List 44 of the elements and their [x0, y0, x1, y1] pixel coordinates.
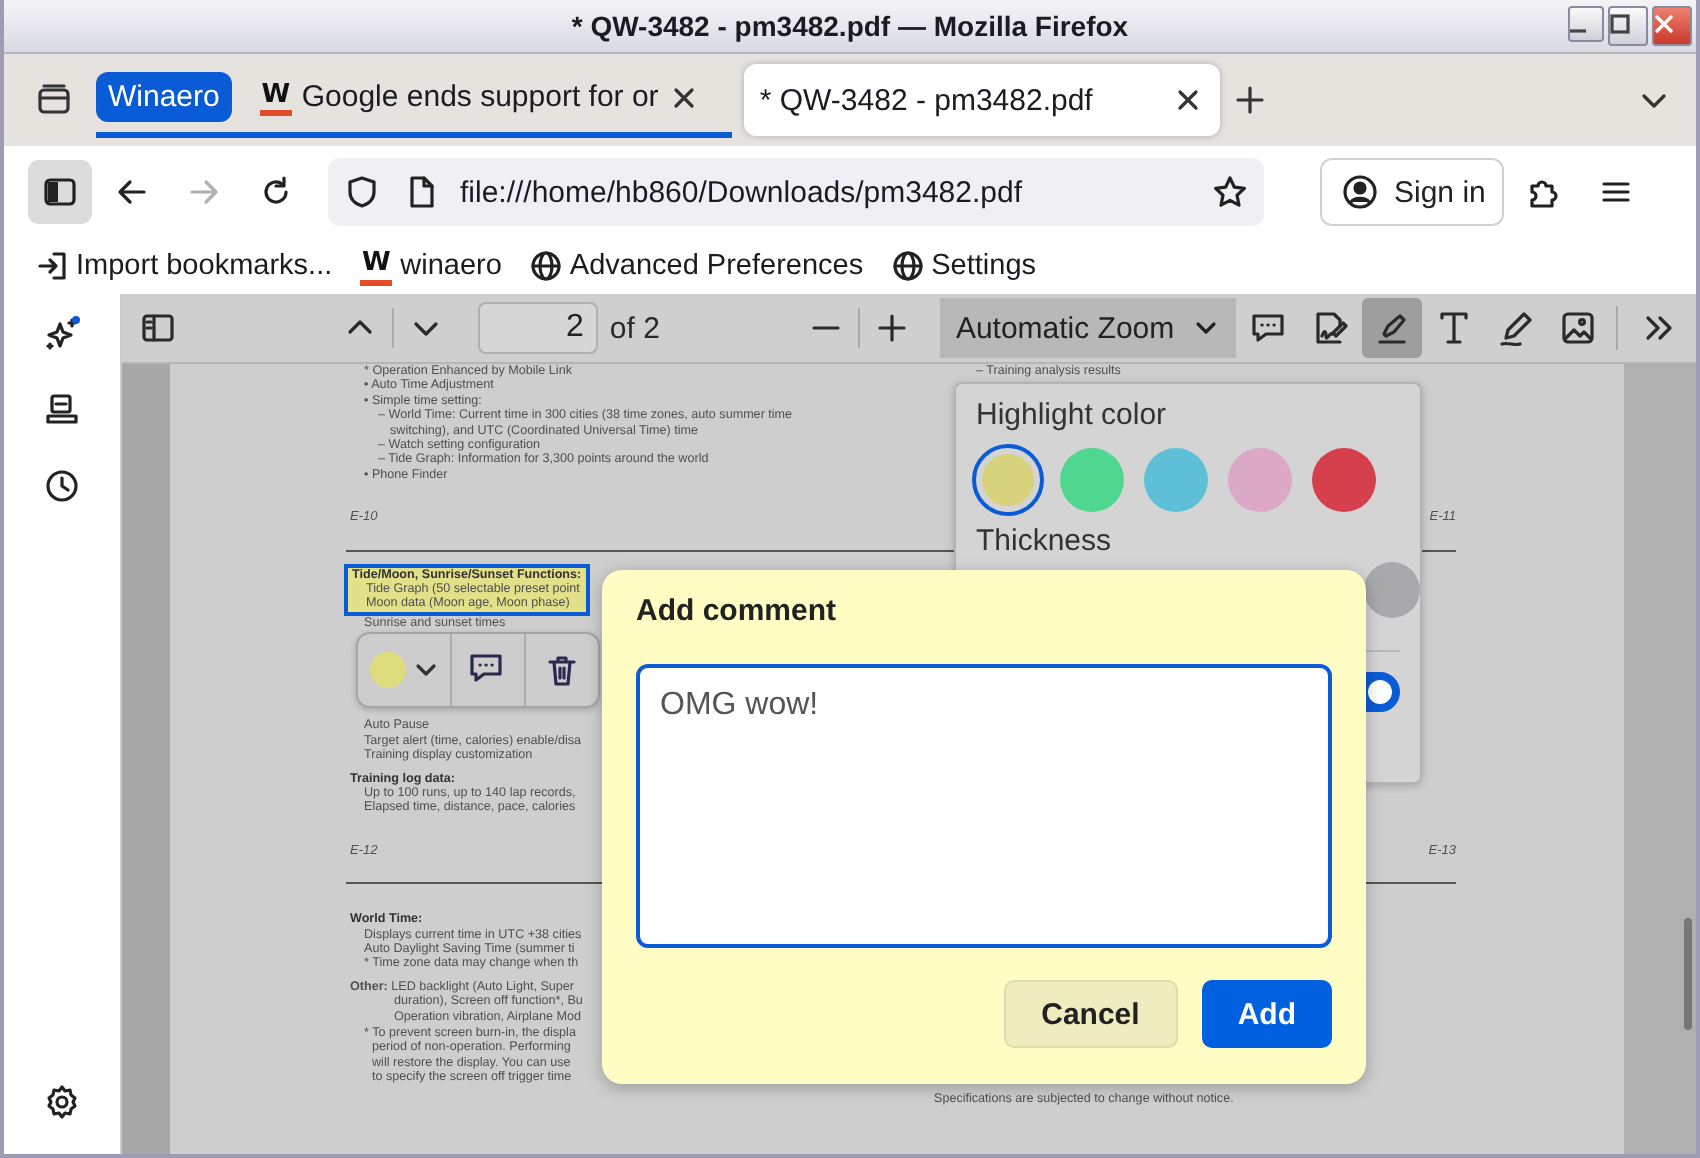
- maximize-button[interactable]: [1608, 6, 1648, 46]
- bookmark[interactable]: Settings: [891, 250, 1037, 282]
- tab[interactable]: * QW-3482 - pm3482.pdf: [743, 64, 1220, 136]
- close-button[interactable]: [1652, 6, 1692, 46]
- globe-icon: [529, 250, 562, 282]
- caret-icon: [414, 658, 438, 682]
- site-logo: W: [360, 247, 393, 285]
- slider-thumb[interactable]: [1364, 562, 1420, 618]
- popup-heading: Thickness: [976, 524, 1114, 558]
- import-icon: [36, 250, 68, 282]
- color-option[interactable]: [1312, 448, 1376, 512]
- tab-title: Google ends support for or: [301, 80, 659, 114]
- tab-title: * QW-3482 - pm3482.pdf: [759, 83, 1095, 117]
- tab-group-label[interactable]: Winaero: [96, 72, 232, 122]
- close-icon: [1654, 14, 1674, 34]
- minimize-icon: [1570, 28, 1586, 34]
- bookmark[interactable]: W winaero: [360, 247, 502, 285]
- page-number-field[interactable]: 2: [477, 302, 598, 354]
- url-text: file:///home/hb860/Downloads/pm3482.pdf: [460, 175, 1023, 209]
- scrollbar-thumb[interactable]: [1684, 918, 1692, 1030]
- cancel-button[interactable]: Cancel: [1003, 980, 1178, 1048]
- globe-icon: [891, 250, 924, 282]
- popup-heading: Highlight color: [976, 398, 1169, 432]
- color-option[interactable]: [1144, 448, 1208, 512]
- sign-in-button[interactable]: Sign in: [1320, 158, 1504, 226]
- page-count: of 2: [609, 311, 660, 345]
- window-title: * QW-3482 - pm3482.pdf — Mozilla Firefox: [571, 10, 1129, 42]
- maximize-icon: [1610, 14, 1630, 34]
- add-button[interactable]: Add: [1201, 980, 1332, 1048]
- tab[interactable]: W Google ends support for or: [243, 61, 732, 133]
- color-option[interactable]: [1060, 448, 1124, 512]
- sidebar-toggle-icon[interactable]: [28, 160, 92, 224]
- bookmark-label: winaero: [400, 250, 502, 282]
- color-option[interactable]: [1228, 448, 1292, 512]
- comment-field[interactable]: OMG wow!: [636, 664, 1332, 948]
- minimize-button[interactable]: [1568, 6, 1604, 42]
- site-logo: W: [259, 78, 292, 116]
- account-icon: [1338, 170, 1382, 214]
- dialog-title: Add comment: [636, 594, 839, 628]
- bookmark-label: Settings: [931, 250, 1037, 282]
- color-option[interactable]: [976, 448, 1040, 512]
- address-bar[interactable]: file:///home/hb860/Downloads/pm3482.pdf: [328, 158, 1264, 226]
- zoom-select[interactable]: Automatic Zoom: [939, 298, 1237, 358]
- highlighter-icon[interactable]: [1362, 298, 1423, 358]
